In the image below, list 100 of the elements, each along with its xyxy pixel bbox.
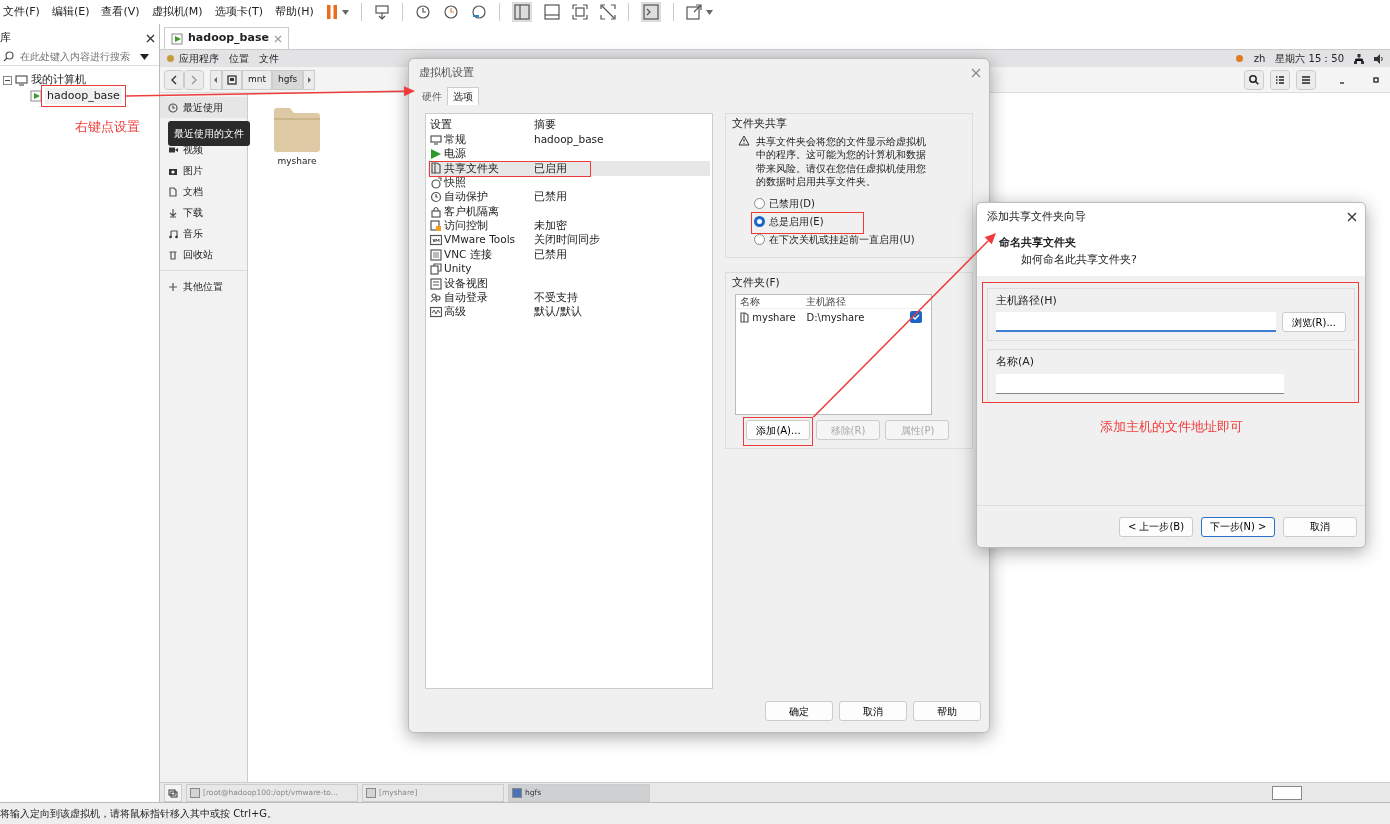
tree-item[interactable]: 我的计算机 — [31, 71, 86, 89]
monitor-icon — [15, 74, 28, 86]
settings-row[interactable]: 电源 — [428, 146, 711, 162]
stretch-icon[interactable] — [685, 4, 702, 20]
settings-row[interactable]: 设备视图 — [428, 276, 711, 291]
place-item[interactable]: 其他位置 — [183, 279, 223, 294]
place-item[interactable]: 文档 — [183, 184, 203, 199]
menu-item[interactable]: 文件 — [259, 51, 279, 66]
setting-summary: 已禁用 — [534, 189, 567, 205]
menu-item[interactable]: 查看(V) — [101, 3, 140, 21]
caret-icon[interactable] — [140, 53, 149, 60]
menu-item[interactable]: 文件(F) — [3, 3, 40, 21]
scroll-left-icon[interactable] — [210, 69, 222, 90]
folder-share-icon — [430, 162, 442, 175]
menu-item[interactable]: 编辑(E) — [51, 3, 90, 21]
window-icon — [190, 787, 200, 798]
folder-share-icon — [740, 311, 750, 323]
console-icon[interactable] — [640, 2, 661, 22]
clock-icon[interactable] — [414, 4, 431, 20]
setting-name: Unity — [444, 261, 472, 277]
input-field[interactable] — [996, 312, 1277, 333]
path-button[interactable]: hgfs — [272, 69, 304, 90]
status-icon — [1234, 54, 1244, 63]
workspace-indicator[interactable] — [1272, 785, 1302, 800]
input-field[interactable] — [996, 373, 1284, 394]
button[interactable]: 取消 — [839, 701, 907, 721]
network-icon[interactable] — [1354, 53, 1364, 64]
volume-icon[interactable] — [1374, 53, 1384, 64]
browse-button[interactable]: 浏览(R)... — [1281, 312, 1346, 333]
download-icon — [168, 207, 178, 218]
place-item[interactable]: 音乐 — [183, 226, 203, 241]
menu-item[interactable]: 应用程序 — [179, 51, 219, 66]
radio-button[interactable]: 已禁用(D) — [754, 194, 815, 213]
warning-text: 共享文件夹会将您的文件显示给虚拟机中的程序。这可能为您的计算机和数据带来风险。请仅在您信任虚拟机使用您的数据时启用共享文件夹。 — [756, 134, 927, 189]
radio-button[interactable]: 总是启用(E) — [754, 212, 824, 231]
settings-row[interactable]: 自动保护 已禁用 — [428, 189, 711, 205]
back-icon[interactable] — [164, 69, 184, 90]
clock-icon[interactable] — [470, 4, 487, 20]
list-view-icon[interactable] — [1270, 69, 1290, 90]
close-icon[interactable] — [1347, 212, 1357, 222]
settings-row[interactable]: 自动登录 不受支持 — [428, 290, 711, 306]
button[interactable]: 取消 — [1283, 516, 1357, 537]
group-title: 文件夹(F) — [732, 274, 781, 290]
path-button[interactable]: mnt — [242, 69, 272, 90]
button[interactable]: 添加(A)... — [746, 420, 811, 440]
settings-row[interactable]: VNC 连接 已禁用 — [428, 247, 711, 262]
menu-icon[interactable] — [1296, 69, 1316, 90]
pause-icon[interactable] — [325, 4, 338, 20]
fullscreen-icon[interactable] — [571, 4, 588, 20]
tab[interactable]: 选项 — [447, 87, 479, 105]
folder-path: D:\myshare — [806, 310, 866, 325]
settings-row[interactable]: 访问控制 未加密 — [428, 218, 711, 234]
tooltip: 最近使用的文件 — [168, 121, 250, 146]
panel-layout-icon[interactable] — [543, 4, 560, 20]
clock-icon — [168, 102, 178, 113]
vm-tab[interactable]: hadoop_base — [164, 27, 289, 49]
settings-row[interactable]: VMware Tools 关闭时间同步 — [428, 233, 711, 248]
menu-item[interactable]: 虚拟机(M) — [151, 3, 203, 21]
close-icon[interactable] — [146, 33, 155, 43]
settings-row[interactable]: 客户机隔离 — [428, 204, 711, 219]
menu-item[interactable]: 位置 — [229, 51, 249, 66]
sidebar-layout-icon[interactable] — [511, 2, 532, 22]
clock-text[interactable]: 星期六 15：50 — [1275, 51, 1344, 66]
settings-row[interactable]: 快照 — [428, 175, 711, 190]
radio-button[interactable]: 在下次关机或挂起前一直启用(U) — [754, 230, 915, 249]
place-item[interactable]: 回收站 — [183, 247, 213, 262]
language-indicator[interactable]: zh — [1253, 51, 1266, 66]
setting-name: 客户机隔离 — [444, 203, 499, 219]
wizard-subheading: 如何命名此共享文件夹? — [1020, 251, 1138, 268]
menu-item[interactable]: 帮助(H) — [274, 3, 314, 21]
clock-icon[interactable] — [442, 4, 459, 20]
expander-icon[interactable] — [3, 75, 12, 85]
vm-icon — [171, 32, 183, 45]
search-icon[interactable] — [1244, 69, 1264, 90]
tree-item[interactable]: hadoop_base — [45, 87, 122, 105]
vm-icon — [430, 234, 442, 247]
button[interactable]: 帮助 — [913, 701, 981, 721]
place-item[interactable]: 下载 — [183, 205, 203, 220]
desktop-icon[interactable] — [164, 783, 182, 802]
tab[interactable]: 硬件 — [417, 88, 447, 105]
settings-row[interactable]: 高级 默认/默认 — [428, 305, 711, 320]
settings-row[interactable]: Unity — [428, 261, 711, 277]
drive-icon[interactable] — [222, 69, 242, 90]
menu-item[interactable]: 选项卡(T) — [214, 3, 263, 21]
setting-name: 自动保护 — [444, 189, 488, 205]
button[interactable]: 确定 — [765, 701, 833, 721]
button[interactable]: 下一步(N) > — [1201, 516, 1275, 537]
window-title: 添加共享文件夹向导 — [987, 209, 1086, 225]
setting-summary: 已启用 — [534, 160, 567, 176]
setting-name: 访问控制 — [444, 218, 488, 234]
button[interactable]: < 上一步(B) — [1119, 516, 1193, 537]
file-name[interactable]: myshare — [277, 155, 317, 169]
search-field[interactable]: 在此处键入内容进行搜索 — [0, 48, 159, 66]
place-item[interactable]: 图片 — [183, 163, 203, 178]
scroll-right-icon[interactable] — [303, 69, 316, 90]
settings-row[interactable]: 共享文件夹 已启用 — [428, 161, 711, 176]
people-icon — [430, 291, 442, 304]
highlight-frame — [743, 417, 814, 446]
settings-row[interactable]: 常规 hadoop_base — [428, 132, 711, 147]
music-icon — [168, 228, 178, 239]
